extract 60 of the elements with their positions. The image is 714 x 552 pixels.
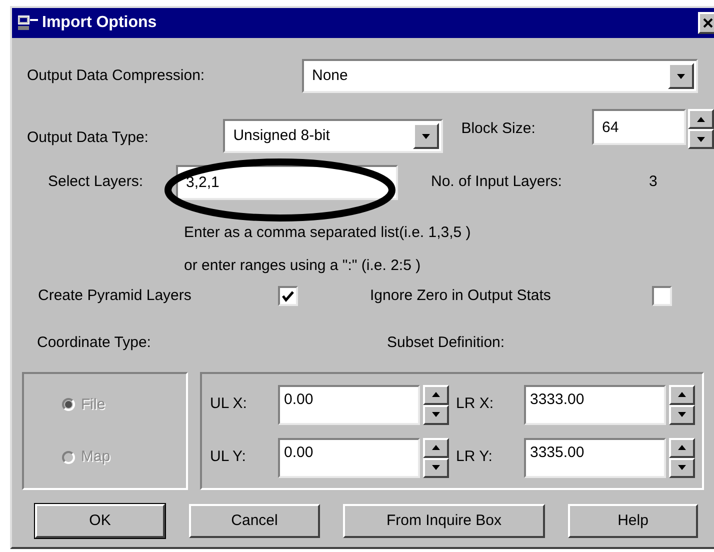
dropdown[interactable]: Unsigned 8-bit xyxy=(223,119,444,153)
close-icon xyxy=(703,18,713,28)
dialog-button[interactable]: From Inquire Box xyxy=(343,504,545,538)
dropdown-button[interactable] xyxy=(668,63,694,89)
coordinate-field[interactable]: 3333.00 xyxy=(524,384,666,424)
spin-down-button[interactable] xyxy=(688,129,714,149)
up-arrow-icon xyxy=(678,392,686,397)
up-arrow-icon xyxy=(697,116,705,122)
down-arrow-icon xyxy=(678,412,686,417)
up-arrow-icon xyxy=(678,445,686,450)
down-arrow-icon xyxy=(422,134,430,138)
spin-up-button[interactable] xyxy=(423,438,449,458)
spin-up-button[interactable] xyxy=(669,438,695,458)
spin-down-button[interactable] xyxy=(423,458,449,478)
coordinate-label: LR X: xyxy=(456,394,495,414)
down-arrow-icon xyxy=(697,136,705,142)
down-arrow-icon xyxy=(678,465,686,470)
field-label: Block Size: xyxy=(461,118,536,139)
up-arrow-icon xyxy=(432,445,440,450)
field-label: Output Data Type: xyxy=(27,128,150,148)
window-title: Import Options xyxy=(42,13,158,33)
spin-up-button[interactable] xyxy=(688,109,714,129)
spin-down-button[interactable] xyxy=(423,404,449,424)
check-icon xyxy=(282,290,294,302)
section-label: Subset Definition: xyxy=(387,332,505,352)
coordinate-field[interactable]: 0.00 xyxy=(278,384,420,424)
checkbox[interactable] xyxy=(278,286,298,306)
checkbox-label: Create Pyramid Layers xyxy=(38,286,192,306)
radio-label: Map xyxy=(81,447,110,467)
spin-down-button[interactable] xyxy=(669,404,695,424)
hint-text: or enter ranges using a ":" (i.e. 2:5 ) xyxy=(184,256,422,276)
up-arrow-icon xyxy=(432,392,440,397)
checkbox-label: Ignore Zero in Output Stats xyxy=(370,286,552,306)
app-icon xyxy=(18,15,40,31)
dropdown[interactable]: None xyxy=(302,59,698,93)
close-button[interactable] xyxy=(698,12,714,34)
coordinate-label: UL X: xyxy=(210,394,248,414)
radio-label: File xyxy=(81,394,106,414)
field-label: Select Layers: xyxy=(48,172,144,192)
down-arrow-icon xyxy=(677,74,685,78)
dropdown-button[interactable] xyxy=(413,123,440,149)
section-label: Coordinate Type: xyxy=(37,332,152,352)
block-size-field[interactable]: 64 xyxy=(592,109,686,145)
spin-up-button[interactable] xyxy=(423,384,449,404)
coordinate-label: LR Y: xyxy=(456,447,494,468)
spin-down-button[interactable] xyxy=(669,458,695,478)
field-label: No. of Input Layers: xyxy=(431,172,563,192)
field-label: Output Data Compression: xyxy=(27,66,206,86)
down-arrow-icon xyxy=(432,412,440,417)
hint-text: Enter as a comma separated list(i.e. 1,3,5 ) xyxy=(184,223,472,243)
checkbox[interactable] xyxy=(652,286,672,306)
dialog-button[interactable]: Cancel xyxy=(189,504,320,538)
coordinate-label: UL Y: xyxy=(210,447,247,468)
coordinate-field[interactable]: 0.00 xyxy=(278,438,420,478)
spin-up-button[interactable] xyxy=(669,384,695,404)
dialog-button[interactable]: Help xyxy=(568,504,698,538)
input-layers-count: 3 xyxy=(649,172,658,192)
down-arrow-icon xyxy=(432,465,440,470)
coordinate-field[interactable]: 3335.00 xyxy=(524,438,666,478)
dialog-button[interactable]: OK xyxy=(35,504,165,538)
